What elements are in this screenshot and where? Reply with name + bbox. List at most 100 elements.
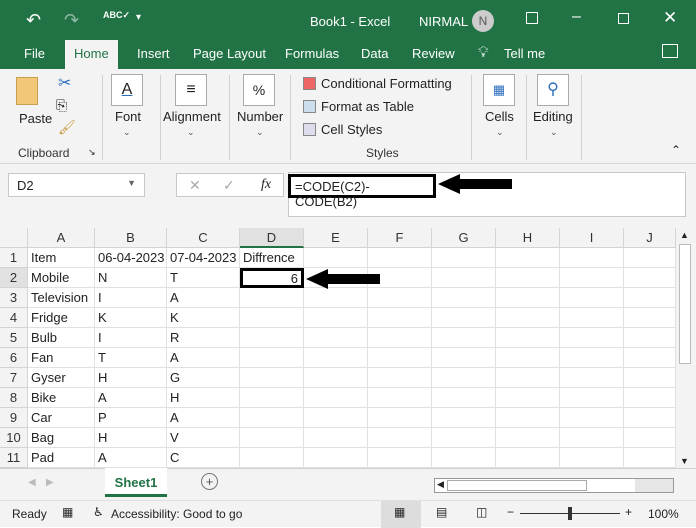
cell-C3[interactable]: A — [167, 288, 240, 308]
cell-I1[interactable] — [560, 248, 624, 268]
cell-G4[interactable] — [432, 308, 496, 328]
cell-C6[interactable]: A — [167, 348, 240, 368]
cell-J10[interactable] — [624, 428, 676, 448]
cell-G3[interactable] — [432, 288, 496, 308]
vertical-scrollbar[interactable]: ▲ ▼ — [676, 228, 696, 468]
cell-B7[interactable]: H — [95, 368, 167, 388]
editing-button[interactable]: Editing — [533, 109, 573, 124]
cell-J11[interactable] — [624, 448, 676, 468]
cell-C5[interactable]: R — [167, 328, 240, 348]
cell-J6[interactable] — [624, 348, 676, 368]
cell-B3[interactable]: I — [95, 288, 167, 308]
cell-D4[interactable] — [240, 308, 304, 328]
cell-A1[interactable]: Item — [28, 248, 95, 268]
cell-C8[interactable]: H — [167, 388, 240, 408]
cell-D6[interactable] — [240, 348, 304, 368]
cell-C10[interactable]: V — [167, 428, 240, 448]
next-sheet-icon[interactable]: ▶ — [46, 477, 54, 488]
format-as-table-button[interactable]: Format as Table — [321, 99, 414, 114]
search-icon[interactable]: ⚲ — [537, 74, 569, 106]
cell-A8[interactable]: Bike — [28, 388, 95, 408]
cell-D2[interactable]: 6 — [240, 268, 304, 288]
cell-E7[interactable] — [304, 368, 368, 388]
row-header[interactable]: 10 — [0, 428, 28, 448]
conditional-formatting-button[interactable]: Conditional Formatting — [321, 76, 452, 91]
enter-icon[interactable]: ✓ — [223, 177, 235, 194]
collapse-ribbon-icon[interactable]: ⌃ — [671, 143, 681, 157]
cell-H5[interactable] — [496, 328, 560, 348]
cell-I5[interactable] — [560, 328, 624, 348]
cell-F1[interactable] — [368, 248, 432, 268]
ribbon-display-icon[interactable] — [526, 12, 538, 24]
tell-me[interactable]: Tell me — [504, 46, 545, 61]
accessibility-status[interactable]: Accessibility: Good to go — [111, 507, 242, 521]
cell-E10[interactable] — [304, 428, 368, 448]
cell-C1[interactable]: 07-04-2023 — [167, 248, 240, 268]
cell-F6[interactable] — [368, 348, 432, 368]
tab-insert[interactable]: Insert — [137, 46, 170, 61]
cell-D1[interactable]: Diffrence — [240, 248, 304, 268]
page-break-view-button[interactable]: ◫ — [476, 505, 487, 519]
cell-H6[interactable] — [496, 348, 560, 368]
cell-I2[interactable] — [560, 268, 624, 288]
cell-G9[interactable] — [432, 408, 496, 428]
cell-J2[interactable] — [624, 268, 676, 288]
cell-I7[interactable] — [560, 368, 624, 388]
column-header-F[interactable]: F — [368, 228, 432, 248]
cell-J7[interactable] — [624, 368, 676, 388]
cells-icon[interactable]: ▦ — [483, 74, 515, 106]
cell-B2[interactable]: N — [95, 268, 167, 288]
column-header-H[interactable]: H — [496, 228, 560, 248]
avatar[interactable]: N — [472, 10, 494, 32]
percent-icon[interactable]: % — [243, 74, 275, 106]
cell-H9[interactable] — [496, 408, 560, 428]
cell-E5[interactable] — [304, 328, 368, 348]
column-header-B[interactable]: B — [95, 228, 167, 248]
cell-H2[interactable] — [496, 268, 560, 288]
column-header-I[interactable]: I — [560, 228, 624, 248]
spreadsheet-grid[interactable]: A B C D E F G H I J 1 Item 06-04-2023 07-04-2023 Diffr… — [0, 228, 676, 468]
row-header[interactable]: 4 — [0, 308, 28, 328]
cell-D5[interactable] — [240, 328, 304, 348]
cell-G11[interactable] — [432, 448, 496, 468]
cancel-icon[interactable]: ✕ — [189, 177, 201, 194]
cell-J8[interactable] — [624, 388, 676, 408]
minimize-icon[interactable]: – — [572, 8, 581, 26]
row-header[interactable]: 7 — [0, 368, 28, 388]
cell-F7[interactable] — [368, 368, 432, 388]
horizontal-scrollbar[interactable]: ◀ — [434, 478, 674, 493]
tab-file[interactable]: File — [24, 46, 45, 61]
row-header[interactable]: 1 — [0, 248, 28, 268]
font-icon[interactable]: A — [111, 74, 143, 106]
cell-G5[interactable] — [432, 328, 496, 348]
cell-G10[interactable] — [432, 428, 496, 448]
cell-E8[interactable] — [304, 388, 368, 408]
cell-J1[interactable] — [624, 248, 676, 268]
cells-button[interactable]: Cells — [485, 109, 514, 124]
cell-A10[interactable]: Bag — [28, 428, 95, 448]
alignment-icon[interactable]: ≡ — [175, 74, 207, 106]
cell-C7[interactable]: G — [167, 368, 240, 388]
cell-B6[interactable]: T — [95, 348, 167, 368]
row-header[interactable]: 5 — [0, 328, 28, 348]
tab-review[interactable]: Review — [412, 46, 455, 61]
cell-I6[interactable] — [560, 348, 624, 368]
cell-G2[interactable] — [432, 268, 496, 288]
cell-C2[interactable]: T — [167, 268, 240, 288]
comments-icon[interactable] — [662, 44, 678, 58]
redo-icon[interactable]: ↷ — [64, 10, 79, 31]
cell-E9[interactable] — [304, 408, 368, 428]
cell-A2[interactable]: Mobile — [28, 268, 95, 288]
page-layout-view-button[interactable]: ▤ — [436, 505, 447, 519]
cell-A9[interactable]: Car — [28, 408, 95, 428]
cell-E11[interactable] — [304, 448, 368, 468]
cell-G8[interactable] — [432, 388, 496, 408]
cell-D9[interactable] — [240, 408, 304, 428]
format-painter-icon[interactable]: 🖌︎ — [58, 119, 76, 136]
zoom-in-button[interactable]: + — [625, 505, 632, 519]
cell-G6[interactable] — [432, 348, 496, 368]
row-header[interactable]: 11 — [0, 448, 28, 468]
cell-F11[interactable] — [368, 448, 432, 468]
accessibility-icon[interactable]: ♿︎ — [93, 505, 104, 519]
cell-I11[interactable] — [560, 448, 624, 468]
